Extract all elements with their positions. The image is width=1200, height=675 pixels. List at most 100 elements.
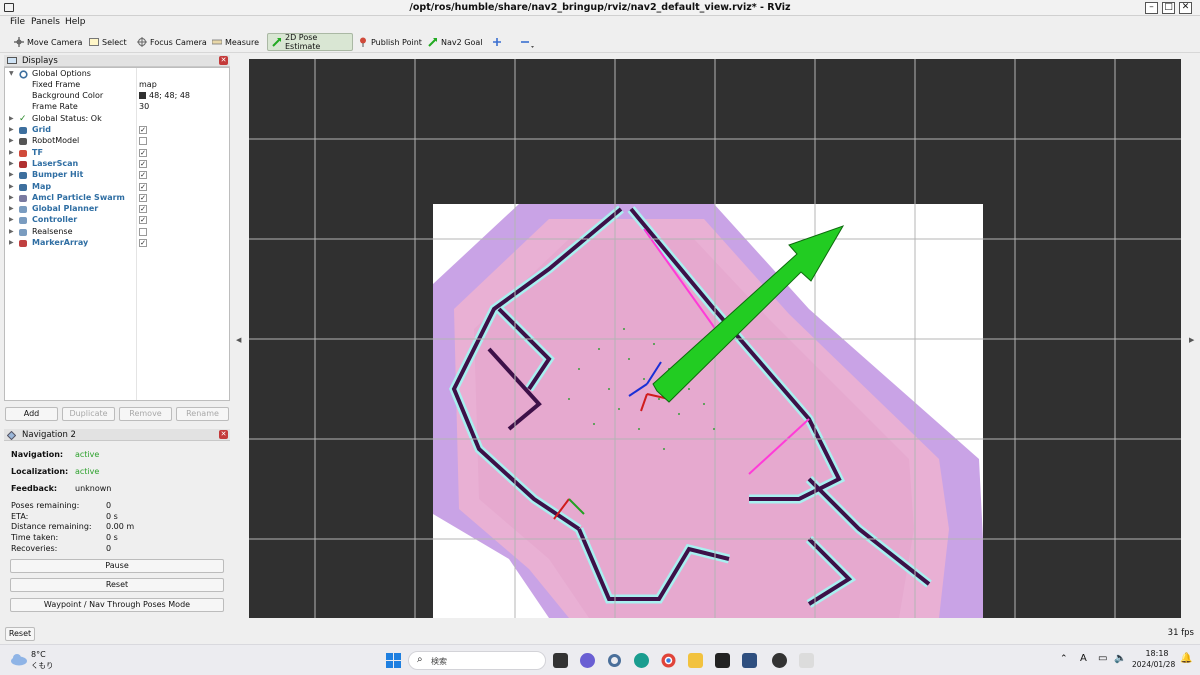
remove-display-button[interactable]: Remove bbox=[119, 407, 172, 421]
global-options-label: Global Options bbox=[32, 69, 91, 78]
clock-date[interactable]: 2024/01/28 bbox=[1132, 660, 1175, 669]
expand-arrow-icon[interactable]: ▶ bbox=[9, 171, 17, 178]
global-status-row[interactable]: ▶ ✓ Global Status: Ok bbox=[5, 114, 229, 125]
pause-button[interactable]: Pause bbox=[10, 559, 224, 573]
map-canvas[interactable] bbox=[249, 59, 1181, 618]
maximize-button[interactable]: □ bbox=[1162, 2, 1175, 14]
fixed-frame-row[interactable]: Fixed Frame map bbox=[5, 80, 229, 91]
render-viewport[interactable] bbox=[249, 59, 1181, 618]
display-item-markerarray[interactable]: ▶ MarkerArray ✓ bbox=[5, 238, 229, 249]
display-enabled-checkbox[interactable] bbox=[139, 137, 147, 146]
file-explorer-icon[interactable] bbox=[688, 653, 703, 668]
weather-temperature[interactable]: 8°C bbox=[31, 650, 46, 659]
display-item-realsense[interactable]: ▶ Realsense bbox=[5, 227, 229, 238]
display-item-laserscan[interactable]: ▶ LaserScan ✓ bbox=[5, 159, 229, 170]
collapse-right-icon[interactable]: ▶ bbox=[1189, 336, 1194, 344]
network-icon[interactable]: ▭ bbox=[1098, 653, 1107, 664]
displays-title: Displays bbox=[22, 56, 58, 66]
fixed-frame-value[interactable]: map bbox=[139, 80, 157, 89]
nav2-goal-label: Nav2 Goal bbox=[441, 37, 483, 47]
task-view-icon[interactable] bbox=[553, 653, 568, 668]
pose-estimate-tool[interactable]: 2D Pose Estimate bbox=[267, 33, 353, 51]
display-item-amcl-particle-swarm[interactable]: ▶ Amcl Particle Swarm ✓ bbox=[5, 193, 229, 204]
store-icon[interactable] bbox=[742, 653, 757, 668]
remove-tool-button[interactable] bbox=[516, 33, 534, 51]
display-enabled-checkbox[interactable]: ✓ bbox=[139, 193, 147, 202]
display-enabled-checkbox[interactable]: ✓ bbox=[139, 159, 147, 168]
menu-help[interactable]: Help bbox=[65, 17, 86, 27]
menu-panels[interactable]: Panels bbox=[31, 17, 60, 27]
clock-time[interactable]: 18:18 bbox=[1137, 649, 1177, 658]
duplicate-display-button[interactable]: Duplicate bbox=[62, 407, 115, 421]
display-enabled-checkbox[interactable]: ✓ bbox=[139, 148, 147, 157]
waypoint-mode-button[interactable]: Waypoint / Nav Through Poses Mode bbox=[10, 598, 224, 612]
add-display-button[interactable]: Add bbox=[5, 407, 58, 421]
publish-point-tool[interactable]: Publish Point bbox=[354, 33, 426, 51]
display-item-map[interactable]: ▶ Map ✓ bbox=[5, 182, 229, 193]
display-enabled-checkbox[interactable]: ✓ bbox=[139, 171, 147, 180]
reset-navigation-button[interactable]: Reset bbox=[10, 578, 224, 592]
nav2-goal-tool[interactable]: Nav2 Goal bbox=[424, 33, 486, 51]
measure-tool[interactable]: Measure bbox=[208, 33, 263, 51]
move-camera-tool[interactable]: Move Camera bbox=[10, 33, 86, 51]
expand-arrow-icon[interactable]: ▶ bbox=[9, 183, 17, 190]
expand-arrow-icon[interactable]: ▶ bbox=[9, 137, 17, 144]
select-tool[interactable]: Select bbox=[85, 33, 131, 51]
windows-start-icon[interactable] bbox=[386, 653, 401, 668]
focus-camera-tool[interactable]: Focus Camera bbox=[133, 33, 211, 51]
navigation-close-button[interactable]: ✕ bbox=[219, 430, 228, 439]
display-item-robotmodel[interactable]: ▶ RobotModel bbox=[5, 136, 229, 147]
display-enabled-checkbox[interactable]: ✓ bbox=[139, 239, 147, 247]
minimize-button[interactable]: – bbox=[1145, 2, 1158, 14]
map-icon bbox=[19, 183, 27, 191]
expand-arrow-icon[interactable]: ▶ bbox=[9, 228, 17, 235]
display-item-grid[interactable]: ▶ Grid ✓ bbox=[5, 125, 229, 136]
expand-arrow-icon[interactable]: ▼ bbox=[9, 70, 17, 77]
display-item-global-planner[interactable]: ▶ Global Planner ✓ bbox=[5, 204, 229, 215]
display-enabled-checkbox[interactable]: ✓ bbox=[139, 126, 147, 134]
weather-description[interactable]: くもり bbox=[31, 660, 54, 671]
poses-remaining-label: Poses remaining: bbox=[11, 501, 80, 510]
add-tool-button[interactable] bbox=[488, 33, 506, 51]
display-enabled-checkbox[interactable]: ✓ bbox=[139, 205, 147, 214]
background-color-value[interactable]: 48; 48; 48 bbox=[139, 91, 190, 100]
displays-close-button[interactable]: ✕ bbox=[219, 56, 228, 65]
tray-chevron-icon[interactable]: ⌃ bbox=[1060, 654, 1068, 664]
expand-arrow-icon[interactable]: ▶ bbox=[9, 115, 17, 122]
display-item-bumper-hit[interactable]: ▶ Bumper Hit ✓ bbox=[5, 170, 229, 181]
collapse-left-icon[interactable]: ◀ bbox=[236, 336, 241, 344]
expand-arrow-icon[interactable]: ▶ bbox=[9, 216, 17, 223]
expand-arrow-icon[interactable]: ▶ bbox=[9, 160, 17, 167]
edge-browser-icon[interactable] bbox=[634, 653, 649, 668]
search-box[interactable]: ⌕ 検索 bbox=[408, 651, 546, 670]
reset-view-button[interactable]: Reset bbox=[5, 627, 35, 641]
expand-arrow-icon[interactable]: ▶ bbox=[9, 205, 17, 212]
display-enabled-checkbox[interactable]: ✓ bbox=[139, 182, 147, 191]
expand-arrow-icon[interactable]: ▶ bbox=[9, 239, 17, 246]
ime-indicator[interactable]: A bbox=[1080, 653, 1087, 664]
display-item-tf[interactable]: ▶ TF ✓ bbox=[5, 148, 229, 159]
volume-icon[interactable]: 🔈 bbox=[1114, 653, 1126, 664]
terminal-icon[interactable] bbox=[715, 653, 730, 668]
chrome-icon[interactable] bbox=[661, 653, 676, 668]
menu-file[interactable]: File bbox=[10, 17, 25, 27]
xserver-icon[interactable] bbox=[799, 653, 814, 668]
expand-arrow-icon[interactable]: ▶ bbox=[9, 149, 17, 156]
chat-icon[interactable] bbox=[580, 653, 595, 668]
display-enabled-checkbox[interactable]: ✓ bbox=[139, 216, 147, 225]
frame-rate-value[interactable]: 30 bbox=[139, 102, 149, 111]
display-item-controller[interactable]: ▶ Controller ✓ bbox=[5, 215, 229, 226]
app-icon[interactable] bbox=[772, 653, 787, 668]
display-enabled-checkbox[interactable] bbox=[139, 227, 147, 236]
expand-arrow-icon[interactable]: ▶ bbox=[9, 194, 17, 201]
background-color-row[interactable]: Background Color 48; 48; 48 bbox=[5, 91, 229, 102]
frame-rate-row[interactable]: Frame Rate 30 bbox=[5, 102, 229, 113]
settings-gear-icon[interactable] bbox=[607, 653, 622, 668]
expand-arrow-icon[interactable]: ▶ bbox=[9, 126, 17, 133]
rename-display-button[interactable]: Rename bbox=[176, 407, 229, 421]
global-options-row[interactable]: ▼ Global Options bbox=[5, 69, 229, 80]
close-button[interactable]: ✕ bbox=[1179, 2, 1192, 14]
display-item-label: LaserScan bbox=[32, 158, 79, 168]
notification-bell-icon[interactable]: 🔔 bbox=[1180, 653, 1192, 664]
navigation-label: Navigation: bbox=[11, 450, 64, 459]
